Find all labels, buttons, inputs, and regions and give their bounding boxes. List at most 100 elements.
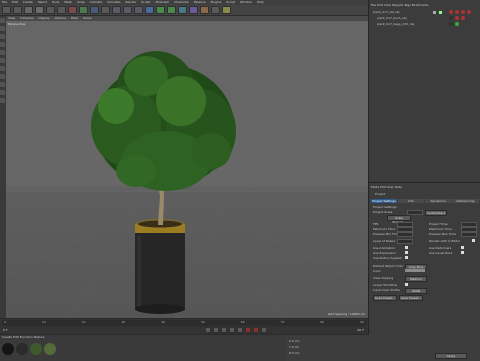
- color-swatch[interactable]: [405, 269, 425, 272]
- camera-icon[interactable]: [211, 6, 220, 14]
- frame-end[interactable]: 90 F: [358, 328, 365, 332]
- rotate-icon[interactable]: [57, 6, 66, 14]
- objects-menu-objects[interactable]: Objects: [392, 3, 403, 7]
- tab-info[interactable]: Info: [398, 199, 424, 203]
- material-tag-icon[interactable]: [455, 22, 459, 26]
- visibility-icon[interactable]: [433, 11, 436, 14]
- objects-menu-edit[interactable]: Edit: [377, 3, 383, 7]
- floor-icon[interactable]: [200, 6, 209, 14]
- object-row[interactable]: plant_017_obj.obj: [369, 10, 480, 15]
- y-axis-icon[interactable]: [79, 6, 88, 14]
- material-tag-icon[interactable]: [461, 10, 465, 14]
- model-mode-icon[interactable]: [0, 26, 5, 31]
- timeline[interactable]: 0 10 20 30 40 50 60 70 80 90 0 F 90 F: [0, 318, 368, 335]
- object-row[interactable]: plant_017_bags_mtrl_obj: [369, 22, 480, 27]
- go-to-end-icon[interactable]: [237, 327, 243, 333]
- enable-axis-icon[interactable]: [0, 74, 5, 79]
- use-motion-system-checkbox[interactable]: [405, 256, 408, 259]
- objects-menu-bookmarks[interactable]: Bookmarks: [412, 3, 429, 7]
- material-tag-icon[interactable]: [467, 10, 471, 14]
- workplane-icon[interactable]: [0, 90, 5, 95]
- input-color-profile-dropdown[interactable]: sRGB: [405, 288, 427, 294]
- apply-button[interactable]: Apply: [435, 353, 467, 359]
- scale-project-button[interactable]: Scale Project...: [387, 215, 411, 224]
- material-tag-icon[interactable]: [461, 16, 465, 20]
- objects-menu-file[interactable]: File: [371, 3, 376, 7]
- render-view-icon[interactable]: [112, 6, 121, 14]
- load-preset-button[interactable]: Load Preset...: [373, 295, 397, 301]
- light-icon[interactable]: [222, 6, 231, 14]
- material-tag-icon[interactable]: [449, 10, 453, 14]
- tab-dynamics[interactable]: Dynamics: [425, 199, 451, 203]
- texture-mode-icon[interactable]: [0, 34, 5, 39]
- play-icon[interactable]: [221, 327, 227, 333]
- material-swatch[interactable]: [30, 343, 42, 355]
- bend-icon[interactable]: [189, 6, 198, 14]
- materials-menu-edit[interactable]: Edit: [13, 335, 19, 339]
- edges-mode-icon[interactable]: [0, 58, 5, 63]
- use-generators-checkbox[interactable]: [461, 251, 464, 254]
- move-icon[interactable]: [35, 6, 44, 14]
- redo-icon[interactable]: [13, 6, 22, 14]
- attr-menu-mode[interactable]: Mode: [371, 185, 379, 189]
- tab-referencing[interactable]: Referencing: [452, 199, 479, 203]
- polygons-mode-icon[interactable]: [0, 66, 5, 71]
- preview-min-time-input[interactable]: [397, 232, 413, 237]
- axis-mode-icon[interactable]: [0, 42, 5, 47]
- 3d-viewport[interactable]: Perspective Grid Spacing: 10000 cm: [6, 21, 368, 318]
- frame-start[interactable]: 0 F: [3, 328, 8, 332]
- scale-unit-dropdown[interactable]: Centimeters: [425, 210, 447, 216]
- material-swatch[interactable]: [44, 343, 56, 355]
- z-axis-icon[interactable]: [90, 6, 99, 14]
- coordinate-system-icon[interactable]: [101, 6, 110, 14]
- material-swatch[interactable]: [2, 343, 14, 355]
- array-icon[interactable]: [178, 6, 187, 14]
- x-axis-icon[interactable]: [68, 6, 77, 14]
- render-settings-icon[interactable]: [134, 6, 143, 14]
- render-lod-checkbox[interactable]: [472, 239, 475, 242]
- use-animation-checkbox[interactable]: [405, 246, 408, 249]
- materials-menu-create[interactable]: Create: [2, 335, 12, 339]
- objects-menu-tags[interactable]: Tags: [404, 3, 411, 7]
- object-row[interactable]: plant_017_bush_obj: [369, 16, 480, 21]
- view-clipping-dropdown[interactable]: Medium: [405, 276, 427, 282]
- subdivision-icon[interactable]: [167, 6, 176, 14]
- material-tag-icon[interactable]: [449, 16, 453, 20]
- materials-menu-function[interactable]: Function: [20, 335, 33, 339]
- snap-icon[interactable]: [0, 82, 5, 87]
- coord-y[interactable]: 0 cm: [292, 345, 299, 349]
- preview-max-time-input[interactable]: [461, 232, 477, 237]
- enable-check-icon[interactable]: [439, 11, 442, 14]
- undo-icon[interactable]: [2, 6, 11, 14]
- level-of-detail-input[interactable]: [397, 239, 413, 244]
- objects-menu-view[interactable]: View: [384, 3, 391, 7]
- attr-menu-user-data[interactable]: User Data: [387, 185, 402, 189]
- attr-menu-edit[interactable]: Edit: [380, 185, 386, 189]
- materials-menu-texture[interactable]: Texture: [33, 335, 44, 339]
- render-picture-viewer-icon[interactable]: [123, 6, 132, 14]
- pen-icon[interactable]: [156, 6, 165, 14]
- make-editable-icon[interactable]: [0, 18, 5, 23]
- tab-project-settings[interactable]: Project Settings: [371, 199, 397, 203]
- keyframe-selection-icon[interactable]: [261, 327, 267, 333]
- material-tag-icon[interactable]: [455, 16, 459, 20]
- points-mode-icon[interactable]: [0, 50, 5, 55]
- coord-x[interactable]: 0 cm: [292, 339, 299, 343]
- go-to-start-icon[interactable]: [205, 327, 211, 333]
- use-deformers-checkbox[interactable]: [461, 246, 464, 249]
- coord-z[interactable]: 0 cm: [292, 351, 299, 355]
- material-swatch[interactable]: [16, 343, 28, 355]
- previous-key-icon[interactable]: [213, 327, 219, 333]
- cube-icon[interactable]: [145, 6, 154, 14]
- linear-workflow-checkbox[interactable]: [405, 283, 408, 286]
- save-preset-button[interactable]: Save Preset...: [399, 295, 423, 301]
- lock-icon[interactable]: [0, 98, 5, 103]
- autokey-icon[interactable]: [253, 327, 259, 333]
- material-tag-icon[interactable]: [455, 10, 459, 14]
- scale-icon[interactable]: [46, 6, 55, 14]
- use-expression-checkbox[interactable]: [405, 251, 408, 254]
- next-key-icon[interactable]: [229, 327, 235, 333]
- record-icon[interactable]: [245, 327, 251, 333]
- material-tag-icon[interactable]: [449, 22, 453, 26]
- live-selection-icon[interactable]: [24, 6, 33, 14]
